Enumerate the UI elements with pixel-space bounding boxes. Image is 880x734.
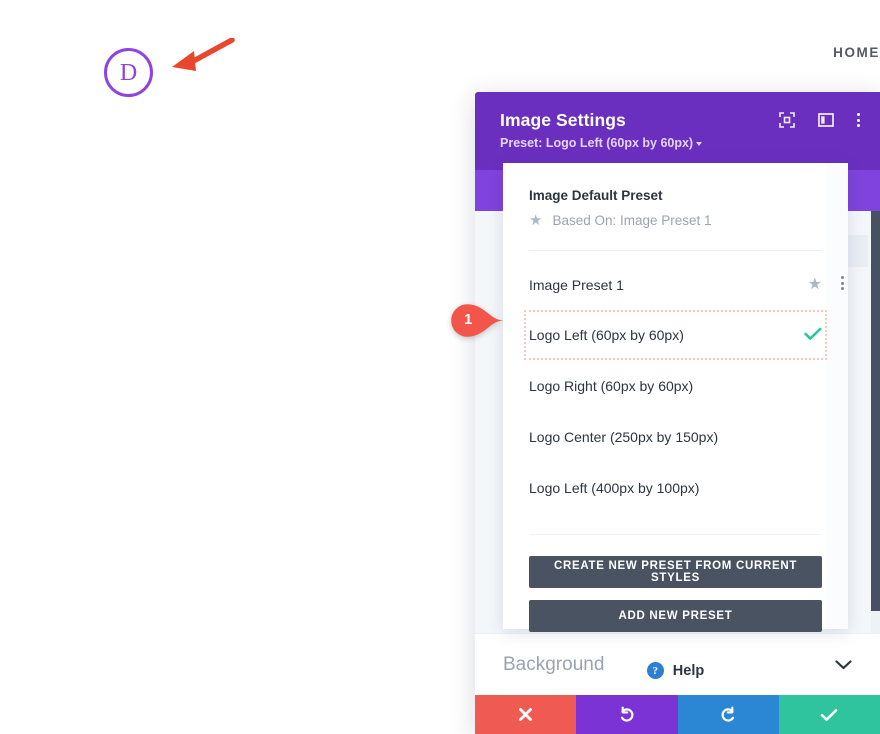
modal-preset-subtitle[interactable]: Preset: Logo Left (60px by 60px) [500, 136, 858, 150]
undo-arrow-icon [620, 706, 634, 722]
preset-row-actions: ★ [808, 277, 822, 293]
preset-item-image-preset-1[interactable]: Image Preset 1 ★ [529, 265, 844, 305]
undo-button[interactable] [576, 695, 678, 734]
preset-label: Logo Center (250px by 150px) [529, 429, 719, 445]
modal-header: Image Settings Preset: Logo Left (60px b… [475, 92, 880, 170]
modal-header-icons [779, 112, 860, 128]
preset-label: Image Preset 1 [529, 277, 624, 293]
check-icon [821, 708, 838, 721]
add-new-preset-button[interactable]: ADD NEW PRESET [529, 600, 822, 632]
divi-logo-letter: D [119, 59, 138, 86]
preset-default-section: Image Default Preset ★ Based On: Image P… [503, 163, 848, 228]
check-icon [804, 327, 822, 344]
preset-list: Image Preset 1 ★ Logo Left (60px by 60px… [503, 265, 848, 508]
divi-circle-logo-icon[interactable]: D [104, 48, 153, 97]
preset-item-logo-left-60[interactable]: Logo Left (60px by 60px) [524, 310, 827, 360]
divider [529, 250, 822, 251]
help-label: Help [672, 662, 705, 679]
close-x-icon [519, 708, 533, 721]
preset-label: Logo Left (60px by 60px) [529, 327, 684, 343]
save-button[interactable] [778, 695, 880, 734]
preset-label: Logo Right (60px by 60px) [529, 378, 694, 394]
chevron-down-icon [696, 141, 703, 146]
callout-badge-1: 1 [450, 303, 506, 338]
help-link[interactable]: ? Help [529, 662, 822, 679]
nav-item-home[interactable]: HOME [833, 45, 880, 60]
more-vertical-icon[interactable] [841, 276, 844, 290]
preset-buttons: CREATE NEW PRESET FROM CURRENT STYLES AD… [503, 535, 848, 679]
redo-button[interactable] [677, 695, 779, 734]
modal-scrollbar[interactable] [871, 211, 880, 681]
redo-arrow-icon [721, 706, 735, 722]
question-circle-icon: ? [646, 662, 664, 679]
annotation-arrow-icon [166, 37, 238, 81]
create-new-preset-button[interactable]: CREATE NEW PRESET FROM CURRENT STYLES [529, 556, 822, 588]
discard-button[interactable] [475, 695, 577, 734]
screenshot-root: D HOME Image Settings Preset: Logo Left … [0, 0, 880, 734]
default-preset-title: Image Default Preset [529, 188, 663, 203]
modal-action-bar [475, 695, 880, 734]
star-icon: ★ [529, 212, 543, 229]
callout-number: 1 [464, 311, 473, 328]
more-vertical-icon[interactable] [857, 113, 860, 127]
based-on-row: ★ Based On: Image Preset 1 [529, 213, 822, 228]
based-on-label: Based On: Image Preset 1 [552, 213, 712, 228]
preset-side-rail [826, 163, 848, 629]
modal-preset-subtitle-text: Preset: Logo Left (60px by 60px) [500, 136, 694, 150]
preset-item-logo-right-60[interactable]: Logo Right (60px by 60px) [529, 366, 822, 406]
layout-panel-icon[interactable] [818, 112, 834, 128]
preset-dropdown-panel: Image Default Preset ★ Based On: Image P… [503, 163, 848, 679]
preset-item-logo-left-400[interactable]: Logo Left (400px by 100px) [529, 468, 822, 508]
preset-item-logo-center-250[interactable]: Logo Center (250px by 150px) [529, 417, 822, 457]
preset-label: Logo Left (400px by 100px) [529, 480, 700, 496]
modal-scrollbar-thumb[interactable] [871, 211, 880, 611]
focus-expand-icon[interactable] [779, 112, 795, 128]
star-icon[interactable]: ★ [808, 277, 822, 293]
